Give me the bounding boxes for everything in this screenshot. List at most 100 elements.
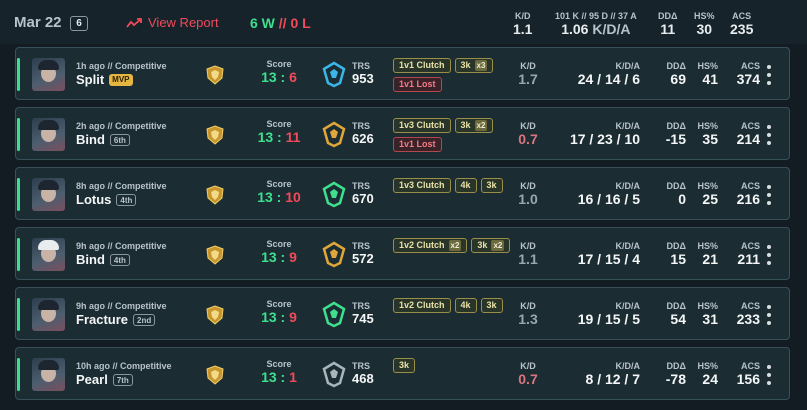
- win-indicator-bar: [17, 118, 20, 151]
- highlight-tags: 1v2 Clutch 4k 3k: [393, 298, 518, 313]
- highlight-tag-text: 3k: [460, 120, 471, 130]
- map-name: Fracture: [76, 312, 129, 327]
- enemy-score: 10: [285, 189, 301, 205]
- agent-avatar: [32, 118, 65, 151]
- trs-value: 670: [352, 191, 374, 206]
- match-meta: 2h ago // Competitive Bind 6th: [76, 121, 167, 147]
- match-stat-label: K/D: [520, 121, 536, 131]
- match-stat-value: 0.7: [518, 371, 538, 387]
- match-card[interactable]: 8h ago // Competitive Lotus 4th Score 13 : 1…: [15, 167, 790, 220]
- highlight-tag-text: 1v1 Clutch: [399, 60, 445, 70]
- trs-label: TRS: [352, 121, 370, 131]
- highlight-tag: 3k x2: [471, 238, 511, 253]
- score-label: Score: [266, 179, 292, 189]
- score-label: Score: [266, 359, 292, 369]
- match-time-mode: 2h ago // Competitive: [76, 121, 167, 131]
- trs-rank-icon: [322, 301, 346, 328]
- session-hs: HS% 30: [694, 11, 715, 37]
- match-stat-acs: ACS 156: [726, 361, 760, 387]
- rank-shield-icon: [206, 185, 224, 205]
- win-indicator-bar: [17, 238, 20, 271]
- enemy-score: 9: [289, 309, 297, 325]
- match-stat-value: 0.7: [518, 131, 538, 147]
- match-stat-value: -78: [665, 371, 686, 387]
- match-stat-acs: ACS 211: [726, 241, 760, 267]
- view-report-link[interactable]: View Report: [126, 15, 219, 30]
- highlight-tag: 1v3 Clutch: [393, 178, 451, 193]
- match-stat-kd: K/D 0.7: [513, 121, 543, 147]
- match-stat-hs: HS% 25: [692, 181, 718, 207]
- trend-chart-icon: [126, 17, 142, 28]
- match-meta: 9h ago // Competitive Bind 4th: [76, 241, 167, 267]
- more-options-icon[interactable]: [766, 125, 772, 145]
- highlight-tag-text: 3k: [460, 60, 471, 70]
- session-acs: ACS 235: [730, 11, 753, 37]
- team-score: 13: [257, 189, 273, 205]
- highlight-tags: 1v2 Clutch x2 3k x2: [393, 238, 518, 253]
- match-stat-kda: K/D/A 17 / 23 / 10: [556, 121, 640, 147]
- win-indicator-bar: [17, 178, 20, 211]
- trs-label: TRS: [352, 61, 370, 71]
- match-stat-label: DDΔ: [666, 301, 686, 311]
- match-card[interactable]: 9h ago // Competitive Bind 4th Score 13 : 9 T…: [15, 227, 790, 280]
- match-stat-value: 1.1: [518, 251, 538, 267]
- trs-score: TRS 745: [352, 301, 374, 326]
- more-options-icon[interactable]: [766, 365, 772, 385]
- highlight-tag-text: 3k: [399, 360, 410, 370]
- match-score: Score 13 : 9: [256, 299, 302, 325]
- rank-shield-icon: [206, 245, 224, 265]
- match-stat-kd: K/D 1.0: [513, 181, 543, 207]
- map-name: Bind: [76, 132, 105, 147]
- match-stat-dd: DDΔ -78: [654, 361, 686, 387]
- more-options-icon[interactable]: [766, 305, 772, 325]
- match-stat-label: DDΔ: [666, 121, 686, 131]
- match-stat-label: ACS: [740, 61, 760, 71]
- agent-avatar: [32, 178, 65, 211]
- match-card[interactable]: 10h ago // Competitive Pearl 7th Score 13 : …: [15, 347, 790, 400]
- rank-shield-icon: [206, 365, 224, 385]
- map-name: Bind: [76, 252, 105, 267]
- match-stat-label: K/D: [520, 241, 536, 251]
- match-card[interactable]: 9h ago // Competitive Fracture 2nd Score 13 …: [15, 287, 790, 340]
- match-stat-value: 41: [702, 71, 718, 87]
- more-options-icon[interactable]: [766, 245, 772, 265]
- session-kda: 101 K // 95 D // 37 A 1.06 K/D/A: [555, 11, 637, 37]
- highlight-tag-text: 4k: [460, 300, 471, 310]
- session-kda-value: 1.06: [561, 21, 589, 37]
- map-name: Lotus: [76, 192, 112, 207]
- win-indicator-bar: [17, 298, 20, 331]
- enemy-score: 6: [289, 69, 297, 85]
- wins-count: 6 W: [250, 15, 275, 31]
- highlight-tag-text: 1v2 Clutch: [399, 300, 445, 310]
- match-score: Score 13 : 10: [257, 179, 301, 205]
- trs-rank-icon: [322, 361, 346, 388]
- match-stat-value: 156: [736, 371, 760, 387]
- rank-shield-icon: [206, 305, 224, 325]
- match-stat-label: DDΔ: [666, 241, 686, 251]
- match-stat-value: 1.7: [518, 71, 538, 87]
- enemy-score: 11: [285, 129, 301, 145]
- view-report-label: View Report: [148, 15, 219, 30]
- highlight-tag-text: 3k: [486, 180, 497, 190]
- highlight-tags: 1v3 Clutch 4k 3k: [393, 178, 518, 193]
- match-stat-dd: DDΔ 69: [654, 61, 686, 87]
- match-stat-value: 54: [670, 311, 686, 327]
- match-stat-dd: DDΔ 15: [654, 241, 686, 267]
- more-options-icon[interactable]: [766, 65, 772, 85]
- match-stat-label: K/D/A: [615, 361, 641, 371]
- highlight-tag: 4k: [454, 178, 477, 193]
- match-meta: 8h ago // Competitive Lotus 4th: [76, 181, 167, 207]
- placement-badge: 4th: [109, 253, 130, 266]
- match-card[interactable]: 2h ago // Competitive Bind 6th Score 13 : 11…: [15, 107, 790, 160]
- trs-value: 745: [352, 311, 374, 326]
- match-stat-value: -15: [665, 131, 686, 147]
- match-stat-value: 211: [737, 251, 760, 267]
- match-stat-value: 25: [702, 191, 718, 207]
- team-score: 13: [261, 69, 277, 85]
- match-card[interactable]: 1h ago // Competitive Split MVP Score 13 : 6…: [15, 47, 790, 100]
- enemy-score: 9: [289, 249, 297, 265]
- match-stat-value: 0: [678, 191, 686, 207]
- highlight-tag: 3k: [393, 358, 416, 373]
- match-stat-kda: K/D/A 17 / 15 / 4: [556, 241, 640, 267]
- more-options-icon[interactable]: [766, 185, 772, 205]
